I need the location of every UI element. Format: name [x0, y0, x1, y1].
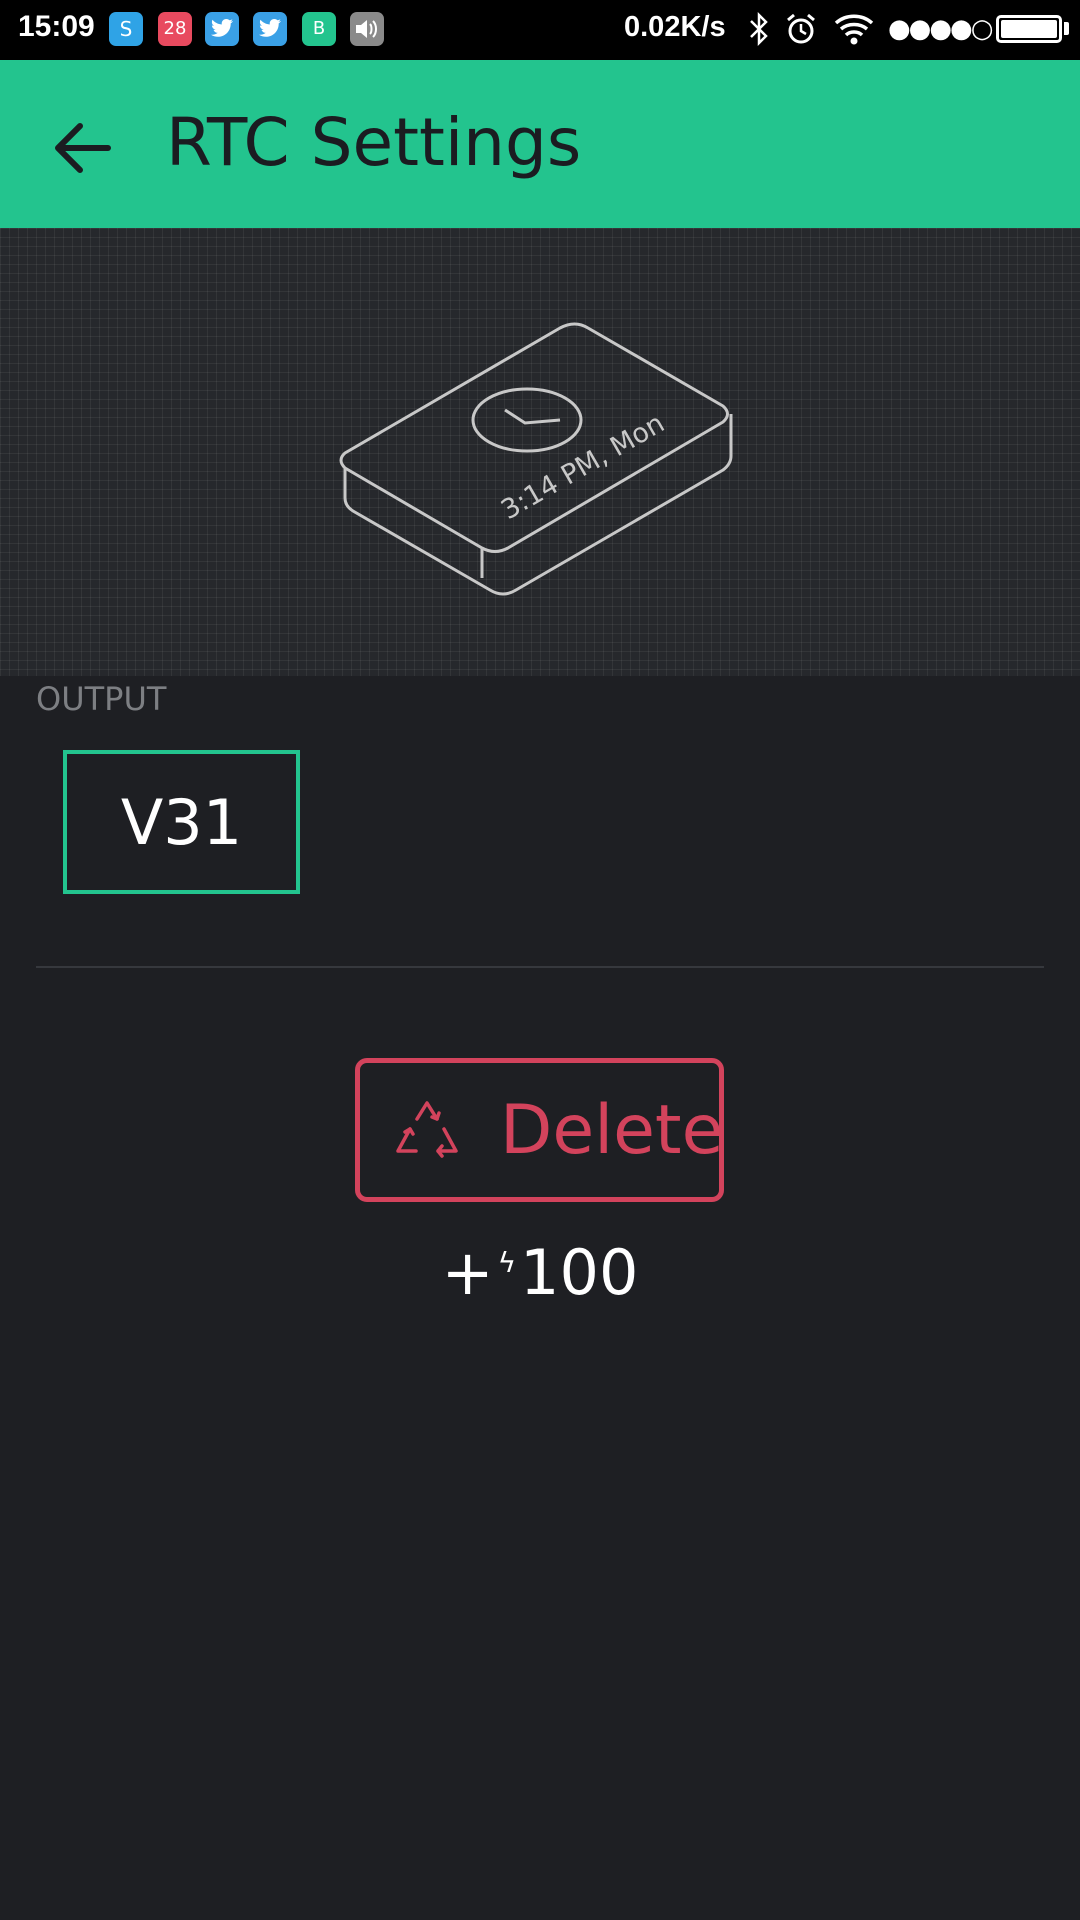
calendar-icon: 28: [158, 12, 192, 46]
bluetooth-icon: [748, 11, 770, 50]
volume-icon: [350, 12, 384, 46]
status-bar: 15:09 S 28 B 0.02K/s ●●●●○: [0, 0, 1080, 60]
wifi-icon: [834, 12, 874, 50]
delete-button[interactable]: Delete: [355, 1058, 724, 1202]
twitter-icon: [205, 12, 239, 46]
alarm-icon: [784, 12, 818, 50]
page-title: RTC Settings: [166, 104, 582, 181]
skype-icon: S: [109, 12, 143, 46]
pin-selector[interactable]: V31: [63, 750, 300, 894]
rtc-device-illustration: 3:14 PM, Mon: [339, 322, 733, 596]
delete-label: Delete: [500, 1091, 724, 1170]
recycle-icon: [396, 1101, 458, 1158]
clock-icon: [471, 387, 583, 453]
energy-cost: + ϟ100: [0, 1236, 1080, 1309]
output-label: OUTPUT: [36, 680, 167, 718]
blynk-icon: B: [302, 12, 336, 46]
energy-value: 100: [520, 1236, 639, 1309]
battery-tip: [1064, 22, 1069, 35]
signal-strength-icon: ●●●●○: [888, 14, 993, 44]
arrow-left-icon: [55, 123, 111, 173]
pin-value: V31: [120, 785, 243, 859]
twitter-icon: [253, 12, 287, 46]
status-time: 15:09: [18, 10, 95, 43]
divider: [36, 966, 1044, 968]
network-speed: 0.02K/s: [624, 11, 726, 43]
bolt-icon: ϟ: [497, 1246, 517, 1280]
back-button[interactable]: [46, 112, 118, 184]
battery-icon: [996, 15, 1062, 43]
energy-prefix: +: [441, 1236, 494, 1309]
app-bar: RTC Settings: [0, 60, 1080, 228]
widget-preview: 3:14 PM, Mon: [0, 228, 1080, 676]
